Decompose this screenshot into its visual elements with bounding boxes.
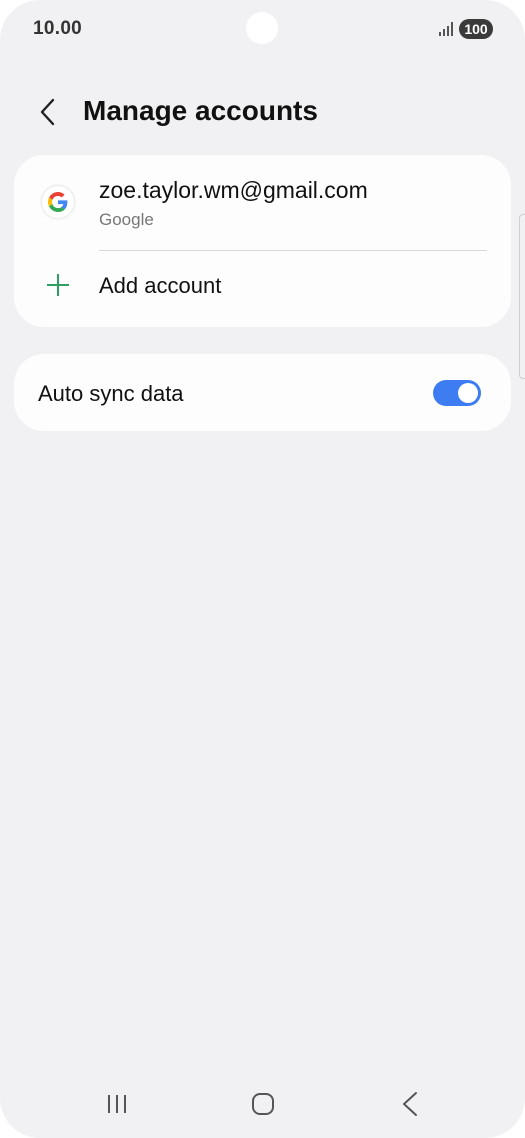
home-icon[interactable] [251,1092,275,1116]
add-account-button[interactable]: Add account [14,251,511,327]
back-icon[interactable] [398,1091,422,1117]
battery-indicator: 100 [459,19,493,39]
page-title: Manage accounts [83,95,318,126]
status-time: 10.00 [33,18,83,39]
phone-screen: 10.00 100 Manage accounts zoe.taylor.wm@… [0,0,525,1138]
toggle-knob [458,383,478,403]
back-button[interactable] [30,92,66,132]
account-row-google[interactable]: zoe.taylor.wm@gmail.com Google [14,155,511,250]
auto-sync-card[interactable]: Auto sync data [14,354,511,431]
scroll-indicator[interactable] [519,214,525,379]
google-icon [42,186,74,218]
add-account-label: Add account [99,273,222,298]
navigation-bar [0,1075,525,1135]
chevron-left-icon [40,98,55,126]
recents-icon[interactable] [105,1092,129,1116]
account-type: Google [99,210,154,229]
front-camera [246,12,278,44]
status-bar: 10.00 100 [0,0,525,60]
app-header: Manage accounts [0,80,525,144]
signal-icon [439,22,453,36]
plus-icon [47,274,69,296]
auto-sync-toggle[interactable] [433,380,481,406]
account-email: zoe.taylor.wm@gmail.com [99,177,368,203]
auto-sync-label: Auto sync data [38,381,184,406]
accounts-card: zoe.taylor.wm@gmail.com Google Add accou… [14,155,511,327]
